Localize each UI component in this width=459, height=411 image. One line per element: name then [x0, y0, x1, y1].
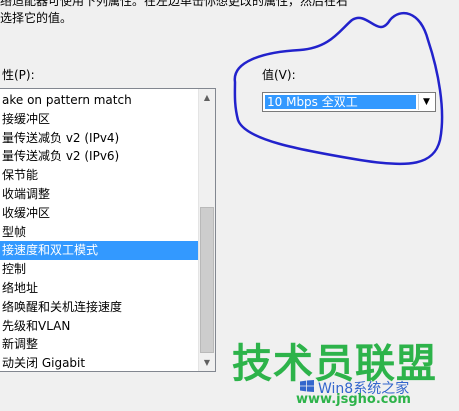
list-item[interactable]: 收缓冲区	[0, 204, 199, 223]
list-item[interactable]: 先级和VLAN	[0, 317, 199, 336]
list-item[interactable]: 保节能	[0, 166, 199, 185]
property-listbox[interactable]: ake on pattern match 接缓冲区 量传送减负 v2 (IPv4…	[0, 88, 216, 372]
value-select-current[interactable]: 10 Mbps 全双工	[265, 95, 416, 109]
description-text: 络适配器可使用下列属性。在左边单击你想更改的属性，然后在右 选择它的值。	[0, 0, 459, 27]
list-item[interactable]: 控制	[0, 260, 199, 279]
list-scrollbar[interactable]: ▲ ▼	[198, 89, 215, 371]
list-item[interactable]: 动关闭 Gigabit	[0, 354, 199, 371]
description-line-2: 选择它的值。	[0, 11, 73, 25]
list-item[interactable]: 量传送减负 v2 (IPv4)	[0, 129, 199, 148]
chevron-down-icon[interactable]: ▼	[418, 94, 434, 110]
scroll-thumb[interactable]	[200, 207, 214, 353]
watermark-url: www.jsgho.com	[296, 392, 411, 407]
list-item[interactable]: 络唤醒和关机连接速度	[0, 298, 199, 317]
value-select[interactable]: 10 Mbps 全双工 ▼	[262, 92, 436, 112]
list-item[interactable]: 接缓冲区	[0, 110, 199, 129]
list-item[interactable]: ake on pattern match	[0, 91, 199, 110]
list-item[interactable]: 新调整	[0, 335, 199, 354]
windows-logo-icon	[300, 380, 314, 392]
list-item[interactable]: 量传送减负 v2 (IPv6)	[0, 147, 199, 166]
list-item[interactable]: 型帧	[0, 223, 199, 242]
scroll-down-icon[interactable]: ▼	[199, 354, 215, 371]
list-item[interactable]: 收端调整	[0, 185, 199, 204]
description-line-1: 络适配器可使用下列属性。在左边单击你想更改的属性，然后在右	[0, 0, 349, 8]
list-item[interactable]: 络地址	[0, 279, 199, 298]
scroll-up-icon[interactable]: ▲	[199, 89, 215, 106]
value-label: 值(V):	[262, 68, 296, 82]
list-item-selected[interactable]: 接速度和双工模式	[0, 241, 199, 261]
property-label: 性(P):	[2, 68, 35, 82]
